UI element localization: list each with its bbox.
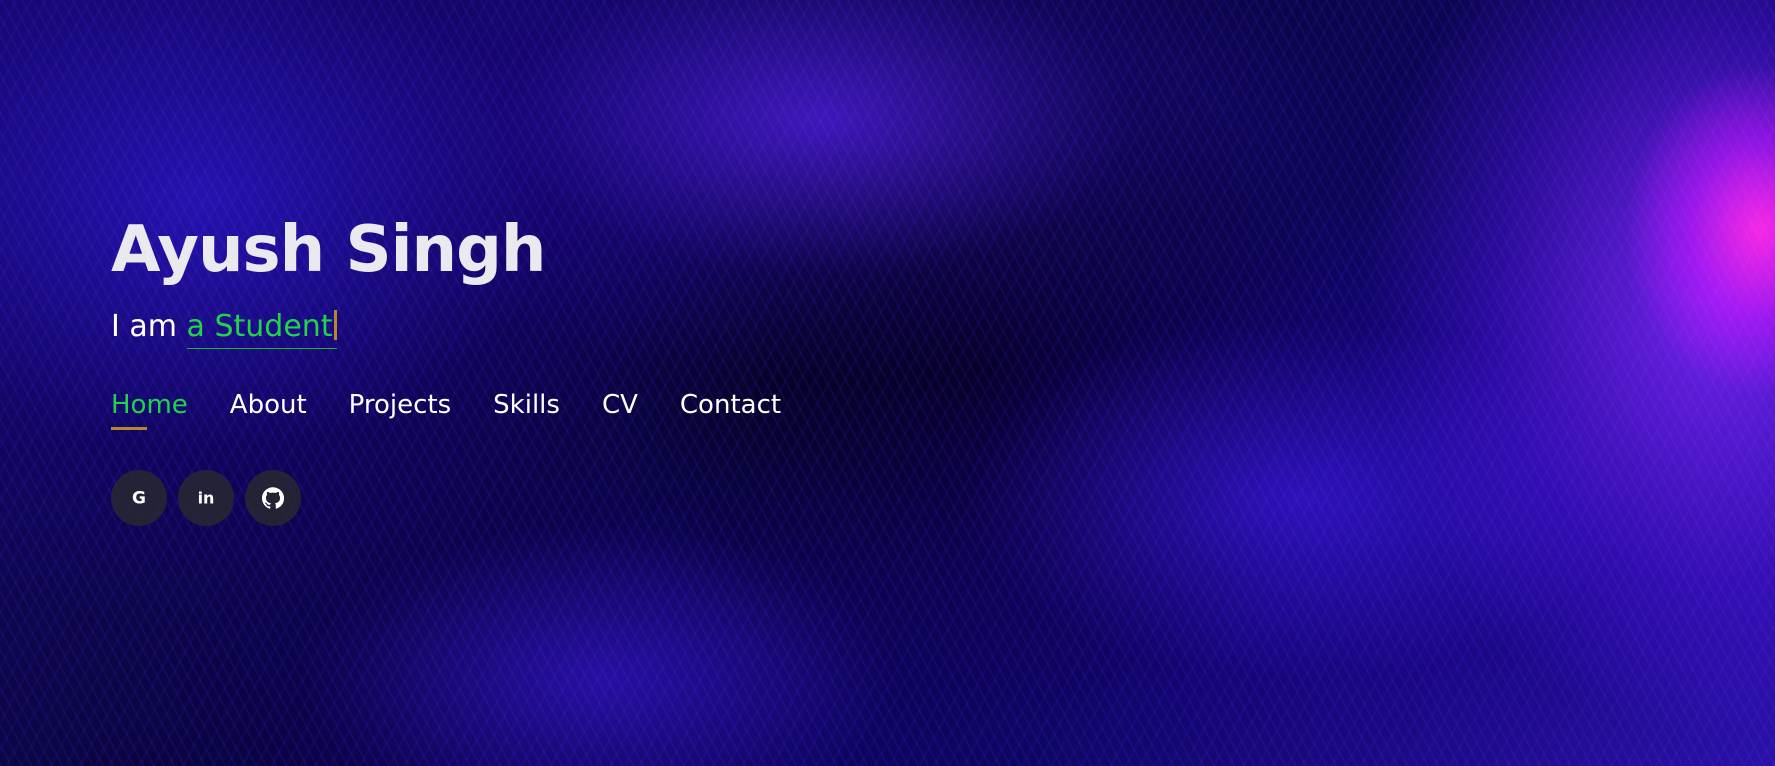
- typing-cursor: [333, 310, 337, 340]
- social-links: G in: [111, 470, 823, 526]
- linkedin-icon: in: [198, 489, 215, 508]
- linkedin-icon-glyph: in: [198, 489, 215, 508]
- nav-item-projects[interactable]: Projects: [349, 390, 452, 430]
- nav-item-cv[interactable]: CV: [602, 390, 638, 430]
- hero-content: Ayush Singh I am a Student Home About Pr…: [111, 204, 823, 526]
- github-icon: [262, 487, 284, 509]
- typed-text: a Student: [186, 309, 337, 349]
- hero-name: Ayush Singh: [111, 213, 546, 287]
- nav-item-about[interactable]: About: [230, 390, 307, 430]
- nav-item-skills[interactable]: Skills: [493, 390, 560, 430]
- google-icon-glyph: G: [132, 489, 146, 509]
- nav-item-contact[interactable]: Contact: [680, 390, 781, 430]
- hero-tagline: I am a Student: [111, 304, 823, 350]
- github-link[interactable]: [245, 470, 301, 526]
- google-link[interactable]: G: [111, 470, 167, 526]
- linkedin-link[interactable]: in: [178, 470, 234, 526]
- google-icon: G: [132, 489, 146, 509]
- nav-item-home[interactable]: Home: [111, 390, 188, 430]
- main-nav: Home About Projects Skills CV Contact: [111, 390, 823, 430]
- typed-text-value: a Student: [186, 309, 333, 344]
- tagline-prefix: I am: [111, 309, 187, 344]
